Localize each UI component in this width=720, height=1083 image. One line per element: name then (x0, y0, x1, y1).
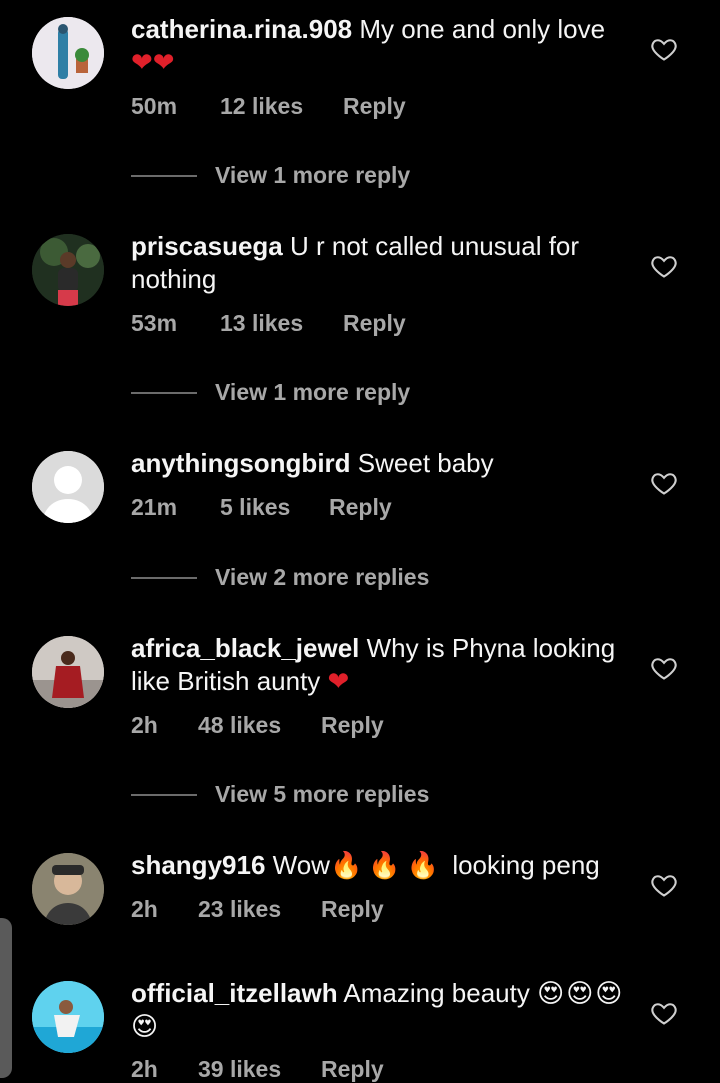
avatar-photo (32, 17, 104, 89)
view-replies[interactable]: View 5 more replies (131, 781, 429, 808)
avatar[interactable] (32, 981, 104, 1053)
avatar-photo (32, 981, 104, 1053)
fire-emoji: 🔥🔥🔥 (329, 850, 446, 880)
divider (131, 174, 197, 177)
comment-text: official_itzellawh Amazing beauty 😍😍😍😍 (131, 977, 631, 1043)
comment-body: My one and only love (359, 14, 606, 44)
divider (131, 391, 197, 394)
comment-meta: 2h 48 likes Reply (131, 712, 384, 739)
avatar[interactable] (32, 234, 104, 306)
avatar[interactable] (32, 853, 104, 925)
comment-meta: 21m 5 likes Reply (131, 494, 392, 521)
heart-outline-icon[interactable] (650, 252, 678, 280)
likes-count[interactable]: 48 likes (198, 712, 321, 739)
default-user-icon (32, 451, 104, 523)
comment-body: Amazing beauty (343, 978, 530, 1008)
timestamp: 21m (131, 494, 178, 520)
likes-count[interactable]: 12 likes (220, 93, 343, 120)
likes-count[interactable]: 39 likes (198, 1056, 321, 1083)
view-replies[interactable]: View 2 more replies (131, 564, 429, 591)
timestamp: 50m (131, 93, 178, 119)
view-replies-label[interactable]: View 5 more replies (215, 781, 429, 808)
comment-text: anythingsongbird Sweet baby (131, 447, 631, 480)
reply-button[interactable]: Reply (321, 712, 384, 739)
avatar-photo (32, 636, 104, 708)
view-replies-label[interactable]: View 1 more reply (215, 379, 410, 406)
heart-emoji: ❤ (327, 666, 350, 696)
comment-body: Sweet baby (357, 448, 494, 478)
comment-meta: 53m 13 likes Reply (131, 310, 406, 337)
comment-meta: 2h 39 likes Reply (131, 1056, 384, 1083)
comment-text: catherina.rina.908 My one and only love … (131, 13, 631, 79)
timestamp: 2h (131, 712, 158, 738)
reply-button[interactable]: Reply (321, 896, 384, 923)
avatar-photo (32, 234, 104, 306)
view-replies[interactable]: View 1 more reply (131, 379, 410, 406)
heart-emoji: ❤❤ (131, 47, 175, 77)
avatar[interactable] (32, 17, 104, 89)
likes-count[interactable]: 5 likes (220, 494, 329, 521)
comment-body-cont: looking peng (452, 850, 600, 880)
comment-meta: 2h 23 likes Reply (131, 896, 384, 923)
view-replies-label[interactable]: View 2 more replies (215, 564, 429, 591)
divider (131, 793, 197, 796)
username[interactable]: catherina.rina.908 (131, 14, 352, 44)
reply-button[interactable]: Reply (343, 93, 406, 120)
heart-outline-icon[interactable] (650, 654, 678, 682)
avatar[interactable] (32, 636, 104, 708)
username[interactable]: official_itzellawh (131, 978, 338, 1008)
comment-text: priscasuega U r not called unusual for n… (131, 230, 631, 296)
divider (131, 576, 197, 579)
comment-body: Wow (272, 850, 330, 880)
comment-text: shangy916 Wow🔥🔥🔥 looking peng (131, 849, 631, 882)
heart-outline-icon[interactable] (650, 469, 678, 497)
reply-button[interactable]: Reply (329, 494, 392, 521)
heart-outline-icon[interactable] (650, 999, 678, 1027)
avatar-photo (32, 853, 104, 925)
username[interactable]: anythingsongbird (131, 448, 351, 478)
heart-outline-icon[interactable] (650, 35, 678, 63)
avatar[interactable] (32, 451, 104, 523)
username[interactable]: priscasuega (131, 231, 283, 261)
comment-meta: 50m 12 likes Reply (131, 93, 406, 120)
view-replies-label[interactable]: View 1 more reply (215, 162, 410, 189)
username[interactable]: shangy916 (131, 850, 265, 880)
reply-button[interactable]: Reply (343, 310, 406, 337)
likes-count[interactable]: 23 likes (198, 896, 321, 923)
view-replies[interactable]: View 1 more reply (131, 162, 410, 189)
timestamp: 2h (131, 896, 158, 922)
edge-panel-handle[interactable] (0, 918, 12, 1078)
comment-text: africa_black_jewel Why is Phyna looking … (131, 632, 631, 698)
timestamp: 2h (131, 1056, 158, 1082)
heart-outline-icon[interactable] (650, 871, 678, 899)
timestamp: 53m (131, 310, 178, 336)
likes-count[interactable]: 13 likes (220, 310, 343, 337)
reply-button[interactable]: Reply (321, 1056, 384, 1083)
username[interactable]: africa_black_jewel (131, 633, 359, 663)
